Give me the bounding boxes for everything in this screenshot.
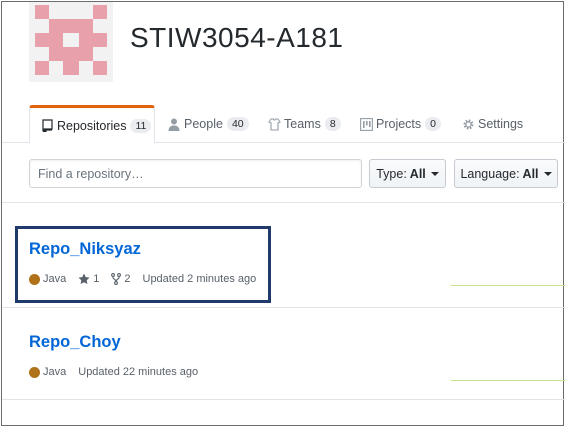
tab-repositories[interactable]: Repositories 11 bbox=[29, 105, 155, 144]
activity-sparkline bbox=[451, 285, 565, 286]
tab-projects[interactable]: Projects 0 bbox=[359, 105, 441, 143]
find-repository-input[interactable] bbox=[29, 159, 362, 188]
org-avatar[interactable] bbox=[29, 2, 113, 82]
divider bbox=[2, 202, 565, 203]
identicon-icon bbox=[29, 2, 113, 82]
language-label: Java bbox=[43, 366, 67, 378]
tab-label: Teams bbox=[284, 117, 321, 131]
repo-link[interactable]: Repo_Niksyaz bbox=[29, 240, 141, 259]
tab-teams[interactable]: Teams 8 bbox=[267, 105, 341, 143]
language-filter-value: All bbox=[522, 166, 539, 181]
org-nav-tabs: Repositories 11 People 40 Teams 8 Projec… bbox=[2, 105, 565, 144]
repo-icon bbox=[40, 119, 54, 133]
project-icon bbox=[359, 117, 373, 131]
language-filter-button[interactable]: Language: All bbox=[454, 159, 558, 188]
repo-forks[interactable]: 2 bbox=[111, 273, 131, 285]
repo-meta: Java 1 2 Updated 2 minutes ago bbox=[29, 273, 268, 285]
language-color-dot bbox=[29, 366, 40, 378]
repo-stars[interactable]: 1 bbox=[78, 273, 99, 285]
selection-highlight bbox=[15, 226, 271, 303]
type-filter-value: All bbox=[409, 166, 426, 181]
type-filter-button[interactable]: Type: All bbox=[369, 159, 446, 188]
type-filter-label: Type: bbox=[376, 166, 407, 181]
repo-list-item: Repo_Niksyaz bbox=[29, 240, 141, 259]
divider bbox=[2, 399, 565, 400]
activity-sparkline bbox=[451, 380, 565, 381]
star-count: 1 bbox=[93, 273, 100, 285]
jersey-icon bbox=[267, 117, 281, 131]
repo-meta: Java Updated 22 minutes ago bbox=[29, 366, 210, 378]
tab-counter: 0 bbox=[425, 117, 441, 131]
repo-updated: Updated 2 minutes ago bbox=[142, 273, 257, 285]
fork-icon bbox=[111, 273, 122, 285]
tab-label: Repositories bbox=[57, 118, 127, 133]
tab-label: People bbox=[184, 117, 223, 131]
page-frame: STIW3054-A181 Repositories 11 People 40 … bbox=[1, 1, 565, 426]
repo-updated: Updated 22 minutes ago bbox=[78, 366, 199, 378]
org-title: STIW3054-A181 bbox=[130, 22, 344, 53]
person-icon bbox=[167, 117, 181, 131]
gear-icon bbox=[461, 117, 475, 131]
tab-label: Projects bbox=[376, 117, 422, 131]
language-label: Java bbox=[43, 273, 67, 285]
repo-link[interactable]: Repo_Choy bbox=[29, 333, 121, 352]
fork-count: 2 bbox=[124, 273, 131, 285]
language-filter-label: Language: bbox=[460, 166, 520, 181]
divider bbox=[2, 307, 565, 308]
tab-people[interactable]: People 40 bbox=[167, 105, 249, 143]
repo-list-item: Repo_Choy bbox=[29, 333, 121, 352]
tab-settings[interactable]: Settings bbox=[461, 105, 523, 143]
tab-counter: 8 bbox=[324, 117, 341, 131]
language-color-dot bbox=[29, 273, 40, 285]
caret-down-icon bbox=[430, 171, 439, 176]
caret-down-icon bbox=[543, 171, 552, 176]
tab-label: Settings bbox=[478, 117, 524, 131]
tab-counter: 11 bbox=[130, 118, 152, 133]
star-icon bbox=[78, 273, 90, 284]
tab-counter: 40 bbox=[226, 117, 249, 131]
repo-language: Java bbox=[29, 273, 66, 285]
repo-language: Java bbox=[29, 366, 66, 378]
